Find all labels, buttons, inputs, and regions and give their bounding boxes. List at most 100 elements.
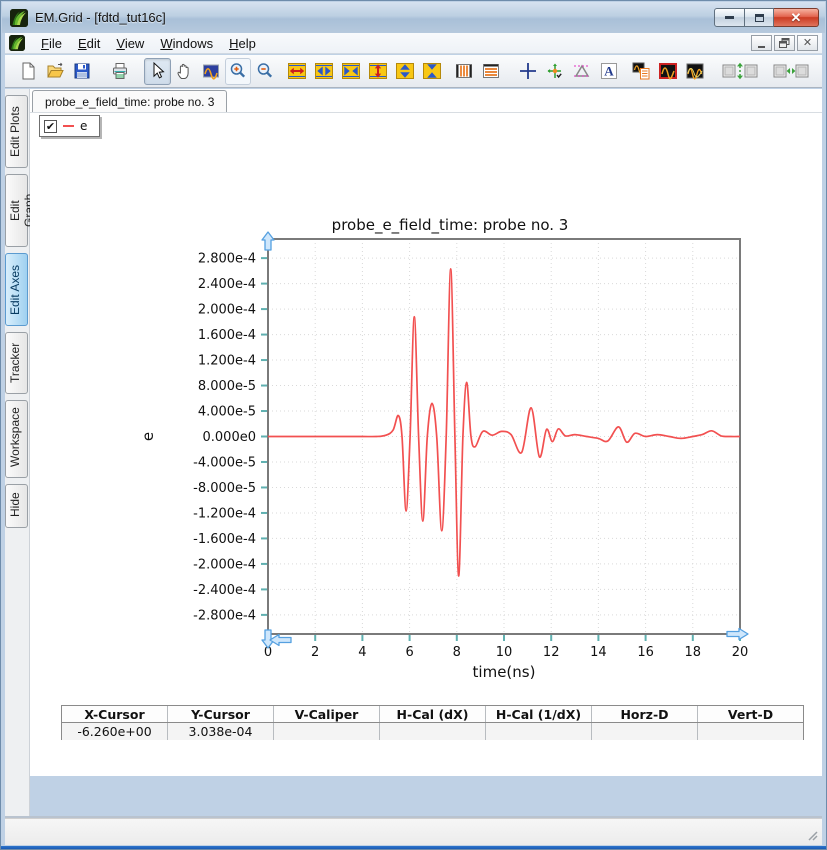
cursor-value-cell	[274, 723, 380, 740]
sidebar-tab-edit-plots[interactable]: Edit Plots	[5, 95, 28, 168]
menu-file[interactable]: File	[33, 34, 70, 53]
zoom-in-button[interactable]	[224, 57, 252, 85]
svg-text:10: 10	[496, 645, 513, 660]
arrows-x-out-button[interactable]	[311, 58, 338, 85]
pan-hand-button[interactable]	[171, 58, 198, 85]
close-icon: ✕	[790, 10, 802, 25]
mdi-close-button[interactable]: ✕	[797, 35, 818, 51]
legend-box: ✔ e	[39, 115, 101, 137]
plot-multi-button[interactable]	[681, 58, 708, 85]
cursor-value-cell: -6.260e+00	[62, 723, 168, 740]
sidebar-tab-label: Edit Plots	[8, 106, 22, 157]
sync-horizontal-button[interactable]	[771, 58, 812, 85]
svg-text:8.000e-5: 8.000e-5	[198, 379, 256, 394]
svg-text:time(ns): time(ns)	[473, 663, 536, 681]
svg-text:2.800e-4: 2.800e-4	[198, 252, 256, 267]
menu-view[interactable]: View	[108, 34, 152, 53]
svg-text:16: 16	[637, 645, 654, 660]
svg-text:20: 20	[732, 645, 749, 660]
title-bar: EM.Grid - [fdtd_tut16c] ✕	[2, 2, 825, 33]
svg-text:12: 12	[543, 645, 560, 660]
svg-text:14: 14	[590, 645, 607, 660]
svg-text:-8.000e-5: -8.000e-5	[193, 481, 256, 496]
horizontal-calipers-button[interactable]	[477, 58, 504, 85]
svg-text:e: e	[139, 432, 157, 441]
svg-text:8: 8	[453, 645, 461, 660]
text-annotation-button[interactable]: A	[595, 58, 622, 85]
cursor-col-header: H-Cal (1/dX)	[486, 706, 592, 722]
arrows-y-in-button[interactable]	[418, 58, 445, 85]
resize-grip[interactable]	[807, 830, 820, 843]
close-button[interactable]: ✕	[774, 8, 819, 27]
mdi-restore-button[interactable]	[774, 35, 795, 51]
sidebar-tab-hide[interactable]: Hide	[5, 484, 28, 528]
cursor-col-header: X-Cursor	[62, 706, 168, 722]
cursor-value-cell	[698, 723, 803, 740]
svg-text:18: 18	[685, 645, 702, 660]
svg-text:-1.600e-4: -1.600e-4	[193, 532, 256, 547]
menu-bar-items: File Edit View Windows Help	[33, 34, 264, 53]
app-logo-icon	[10, 8, 28, 27]
svg-text:-1.200e-4: -1.200e-4	[193, 506, 256, 521]
mdi-minimize-button[interactable]	[751, 35, 772, 51]
svg-text:6: 6	[405, 645, 413, 660]
new-file-button[interactable]	[15, 58, 42, 85]
sidebar-tab-edit-axes[interactable]: Edit Axes	[5, 253, 28, 326]
menu-edit[interactable]: Edit	[70, 34, 108, 53]
plot-single-button[interactable]	[655, 58, 682, 85]
menu-help[interactable]: Help	[221, 34, 264, 53]
plot-tab-label: probe_e_field_time: probe no. 3	[45, 94, 215, 109]
minimize-button[interactable]	[714, 8, 745, 27]
legend-series-label: e	[80, 119, 88, 133]
print-button[interactable]	[106, 58, 133, 85]
sidebar-tab-label: Edit Axes	[8, 264, 22, 315]
svg-text:2.400e-4: 2.400e-4	[198, 277, 256, 292]
legend-checkbox[interactable]: ✔	[44, 119, 57, 133]
svg-text:4: 4	[358, 645, 366, 660]
plot-client-area: probe_e_field_time: probe no. 3 ✔ e prob…	[30, 89, 822, 776]
arrows-y-out-button[interactable]	[391, 58, 418, 85]
workspace-button[interactable]	[628, 58, 655, 85]
maximize-button[interactable]	[745, 8, 774, 27]
sidebar-tab-edit-graph[interactable]: Edit Graph	[5, 174, 36, 247]
arrows-x-in-button[interactable]	[337, 58, 364, 85]
cursor-table-values: -6.260e+00 3.038e-04	[62, 723, 803, 740]
svg-text:-4.000e-5: -4.000e-5	[193, 455, 256, 470]
window-title: EM.Grid - [fdtd_tut16c]	[35, 10, 166, 25]
sidebar: Edit Plots Edit Graph Edit Axes Tracker …	[5, 89, 36, 817]
cursor-value-cell	[592, 723, 698, 740]
cursor-col-header: Vert-D	[727, 706, 774, 722]
svg-text:2.000e-4: 2.000e-4	[198, 303, 256, 318]
save-file-button[interactable]	[69, 58, 96, 85]
cursor-value-cell: 3.038e-04	[168, 723, 274, 740]
caliper-triangle-button[interactable]	[569, 58, 596, 85]
cursor-col-header: Horz-D	[592, 706, 698, 722]
toolbar: A	[5, 55, 822, 88]
select-cursor-button[interactable]	[143, 57, 171, 85]
cursor-table-header: X-Cursor Y-Cursor V-Caliper H-Cal (dX) H-Cal…	[62, 706, 803, 723]
open-file-button[interactable]	[42, 58, 69, 85]
expand-x-button[interactable]	[284, 58, 311, 85]
svg-text:1.200e-4: 1.200e-4	[198, 354, 256, 369]
status-bar	[5, 818, 822, 845]
cursor-col-header: V-Caliper	[274, 706, 380, 722]
zoom-region-button[interactable]	[198, 58, 225, 85]
app-window: EM.Grid - [fdtd_tut16c] ✕ File Edit View Wi…	[0, 0, 827, 850]
sync-vertical-button[interactable]	[719, 58, 760, 85]
crosshair-button[interactable]	[515, 58, 542, 85]
svg-text:2: 2	[311, 645, 319, 660]
menu-windows[interactable]: Windows	[152, 34, 221, 53]
plot-svg[interactable]: 2.800e-4 2.400e-4 2.000e-4 1.600e-4 1.200e-4…	[121, 231, 761, 691]
vertical-calipers-button[interactable]	[450, 58, 477, 85]
sidebar-tab-workspace[interactable]: Workspace	[5, 400, 28, 478]
menu-bar: File Edit View Windows Help ✕	[5, 33, 822, 54]
mdi-child-icon	[9, 35, 25, 51]
cursor-col-header: Y-Cursor	[168, 706, 274, 722]
legend-line-sample	[63, 125, 74, 127]
svg-text:-2.800e-4: -2.800e-4	[193, 608, 256, 623]
plot-tab[interactable]: probe_e_field_time: probe no. 3	[32, 90, 228, 112]
sidebar-tab-tracker[interactable]: Tracker	[5, 332, 28, 394]
tracker-button[interactable]	[542, 58, 569, 85]
zoom-out-button[interactable]	[251, 58, 278, 85]
expand-y-button[interactable]	[364, 58, 391, 85]
